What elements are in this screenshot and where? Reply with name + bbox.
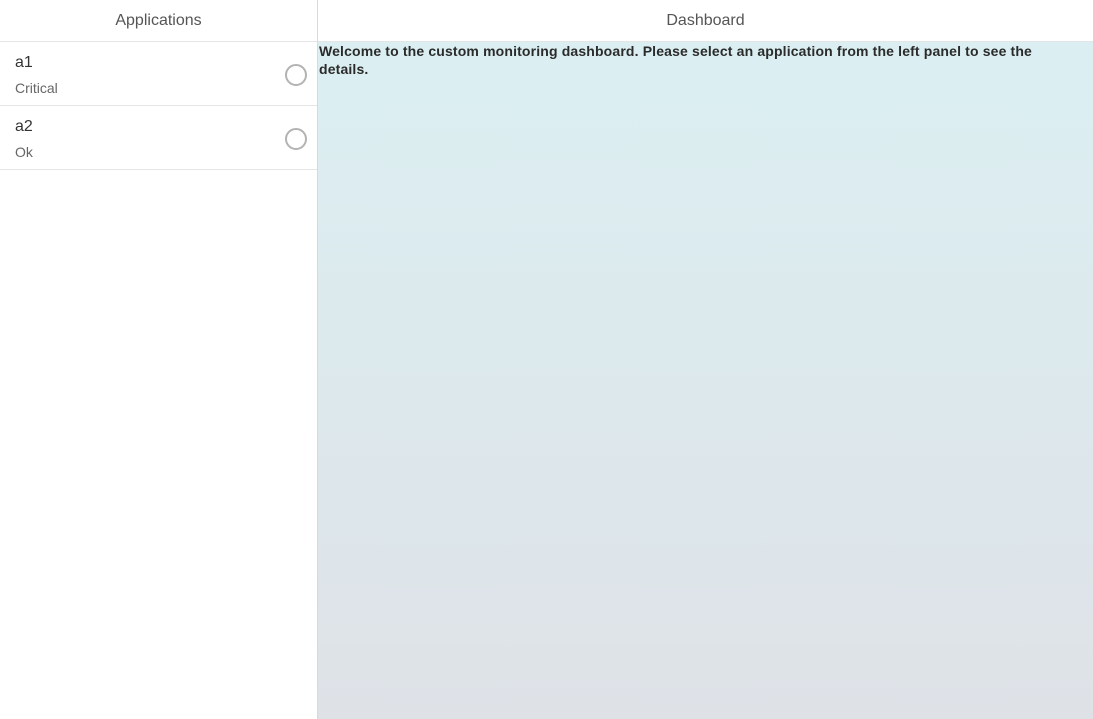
select-radio-button[interactable]: [285, 128, 307, 150]
select-radio-button[interactable]: [285, 64, 307, 86]
detail-panel: Dashboard Welcome to the custom monitori…: [318, 0, 1093, 719]
list-item-a2[interactable]: a2 Ok: [0, 106, 317, 170]
application-list: a1 Critical a2 Ok: [0, 42, 317, 170]
detail-title: Dashboard: [666, 11, 745, 29]
list-item-title: a1: [15, 54, 33, 71]
master-header: Applications: [0, 0, 317, 42]
detail-header: Dashboard: [318, 0, 1093, 42]
list-item-status: Ok: [15, 144, 33, 160]
list-item-status: Critical: [15, 80, 58, 96]
app-container: Applications a1 Critical a2 Ok Dashboard…: [0, 0, 1093, 719]
list-item-title: a2: [15, 118, 33, 135]
list-item-a1[interactable]: a1 Critical: [0, 42, 317, 106]
welcome-message: Welcome to the custom monitoring dashboa…: [319, 43, 1032, 77]
master-title: Applications: [115, 11, 202, 29]
master-panel: Applications a1 Critical a2 Ok: [0, 0, 318, 719]
detail-content: Welcome to the custom monitoring dashboa…: [318, 42, 1093, 719]
